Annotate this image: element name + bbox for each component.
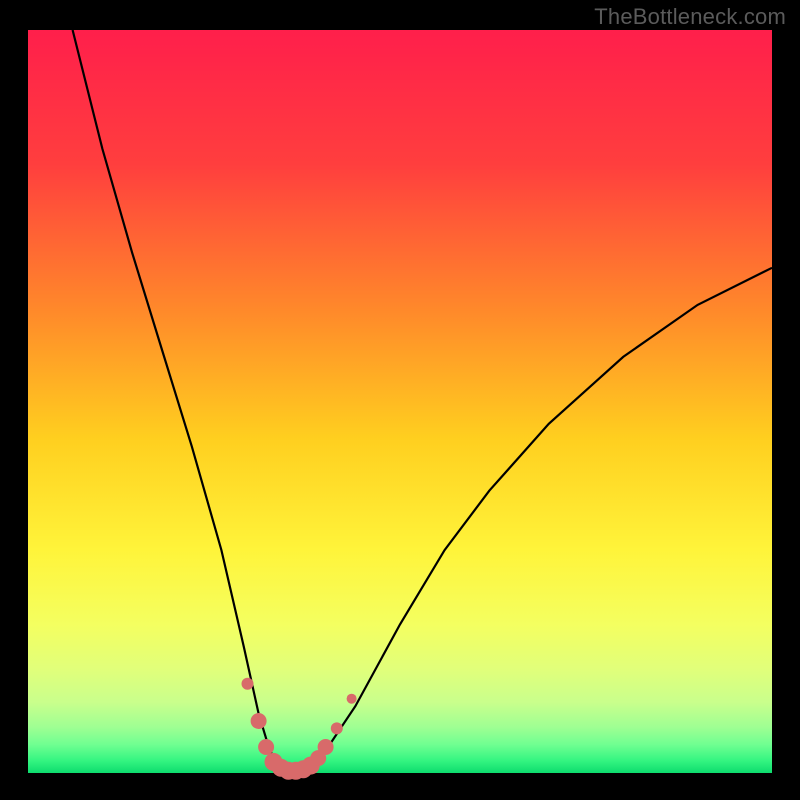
highlight-dot xyxy=(251,713,267,729)
highlight-dot xyxy=(258,739,274,755)
chart-stage: TheBottleneck.com xyxy=(0,0,800,800)
watermark-label: TheBottleneck.com xyxy=(594,4,786,30)
gradient-background xyxy=(28,30,772,773)
bottleneck-chart xyxy=(0,0,800,800)
highlight-dot xyxy=(331,722,343,734)
highlight-dot xyxy=(318,739,334,755)
highlight-dot xyxy=(347,694,357,704)
highlight-dot xyxy=(242,678,254,690)
